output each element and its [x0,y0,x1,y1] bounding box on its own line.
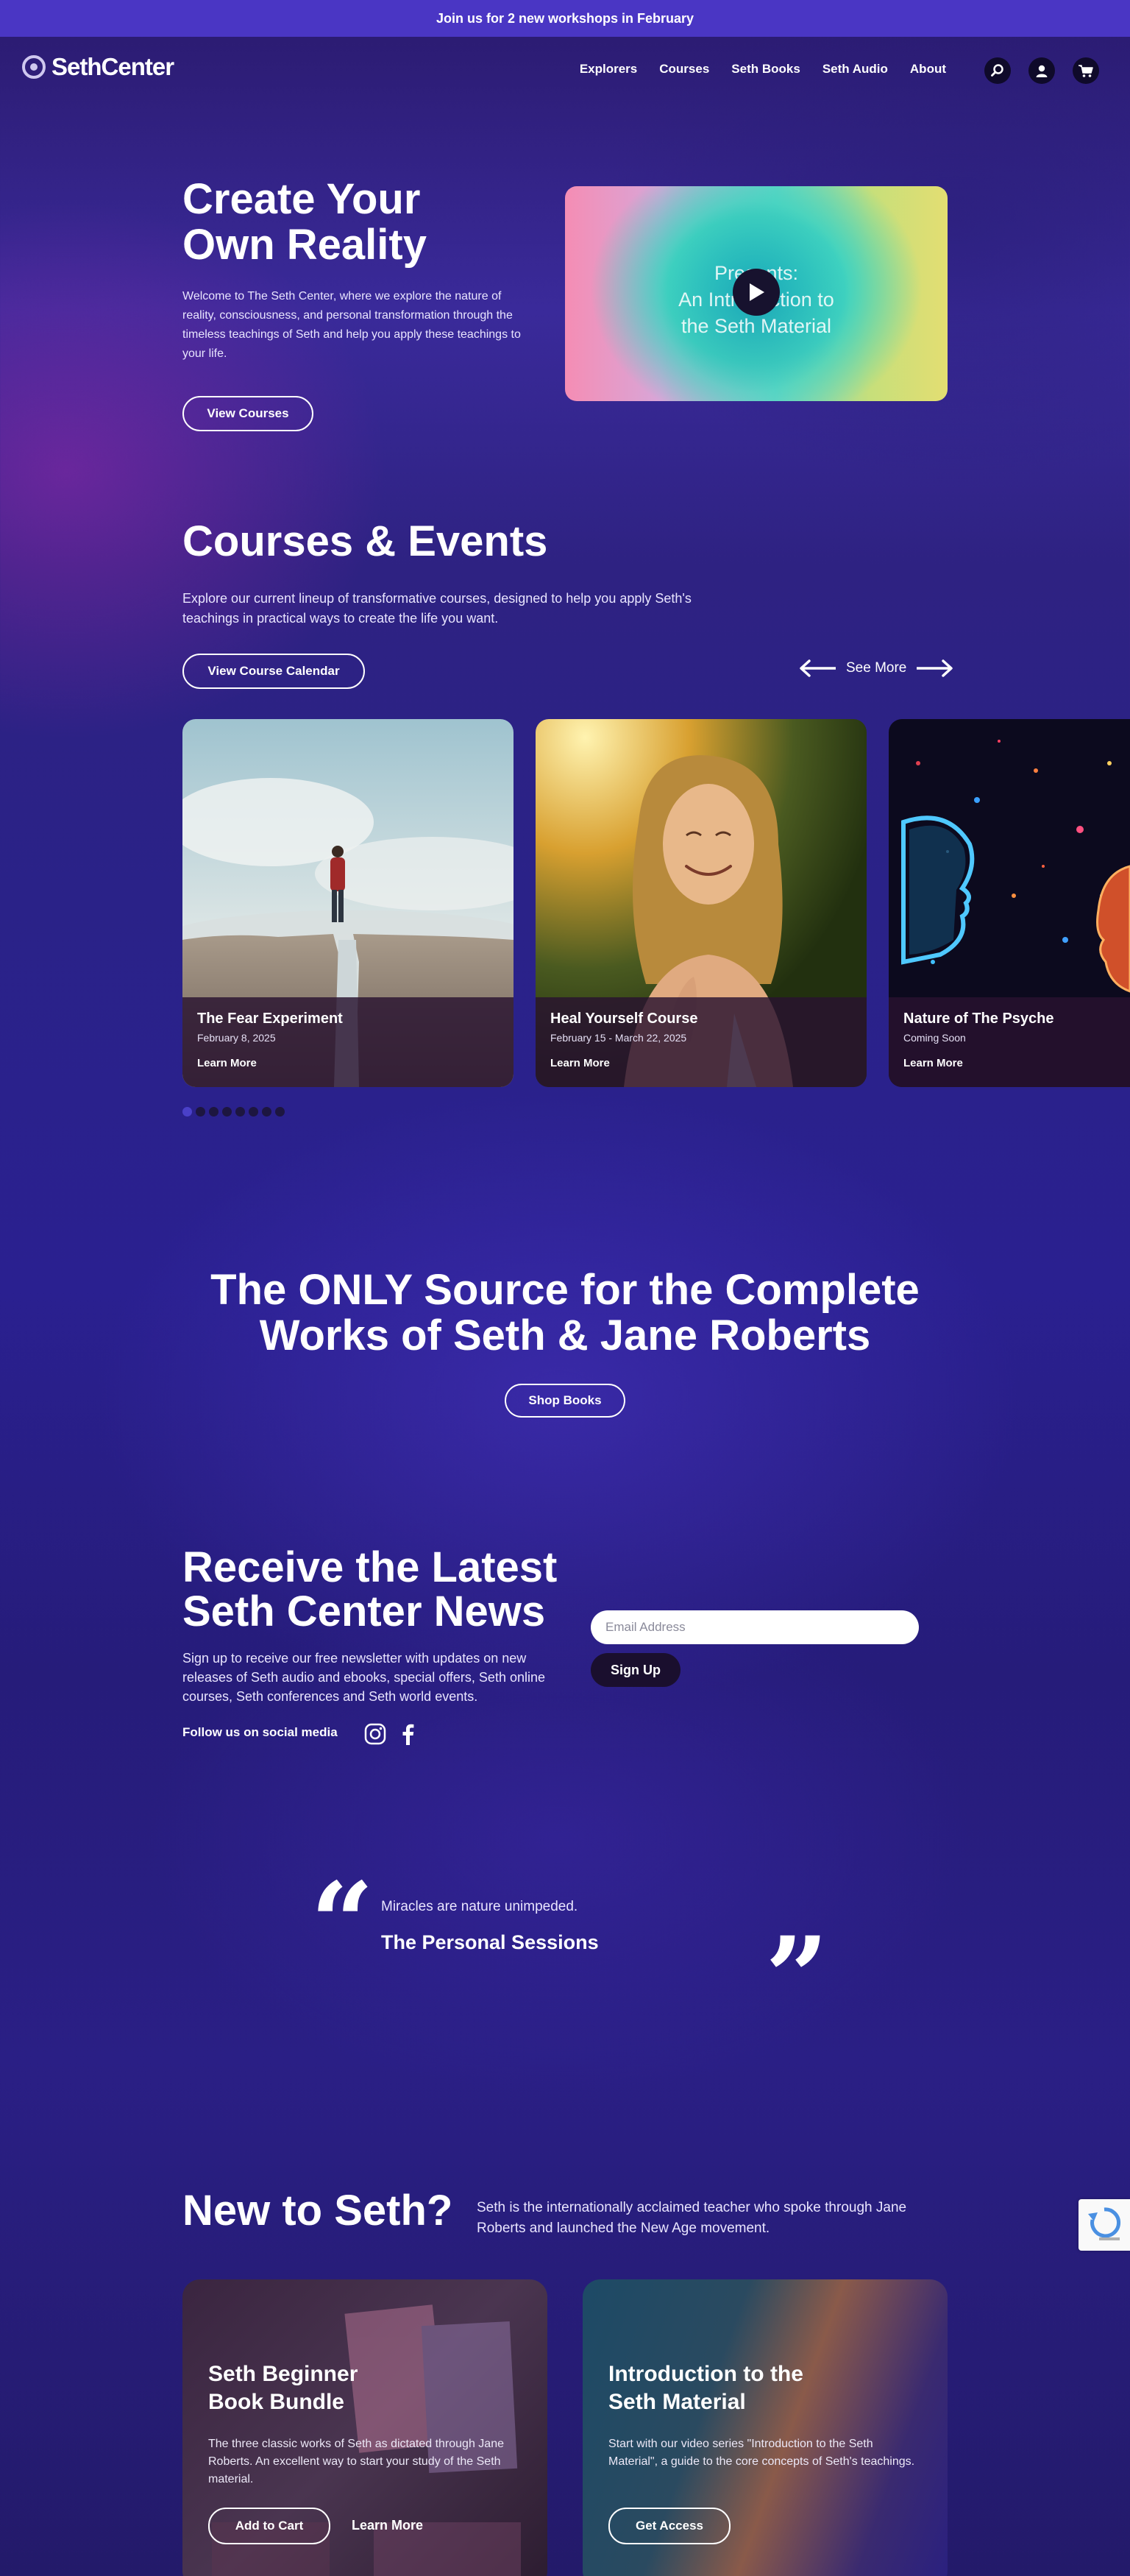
nav-item-seth-audio[interactable]: Seth Audio [822,62,888,77]
arrow-left-icon[interactable] [799,659,837,677]
social-follow-label: Follow us on social media [182,1725,338,1739]
play-icon[interactable] [733,269,780,316]
announcement-text[interactable]: Join us for 2 new workshops in February [436,11,694,26]
hero-title: Create Your Own Reality [182,175,427,269]
course-title: Heal Yourself Course [550,1011,698,1027]
course-title: The Fear Experiment [197,1011,343,1027]
promo-description: The three classic works of Seth as dicta… [208,2438,504,2485]
carousel-dot[interactable] [235,1107,245,1117]
carousel-dot[interactable] [196,1107,205,1117]
recaptcha-icon [1088,2207,1121,2240]
shop-books-button[interactable]: Shop Books [505,1384,625,1418]
logo-icon [22,55,46,79]
logo[interactable]: SethCenter [22,53,174,81]
sign-up-button[interactable]: Sign Up [591,1653,681,1687]
course-card[interactable]: The Fear Experiment February 8, 2025 Lea… [182,719,514,1087]
nav-item-seth-books[interactable]: Seth Books [731,62,800,77]
carousel-dot[interactable] [182,1107,192,1117]
header-actions [984,57,1099,84]
quote-source: The Personal Sessions [381,1931,599,1953]
add-to-cart-button[interactable]: Add to Cart [208,2508,330,2544]
course-date: February 8, 2025 [197,1032,276,1044]
carousel-dot[interactable] [249,1107,258,1117]
courses-title: Courses & Events [182,517,548,565]
intro-video[interactable]: Presents: An Introduction to the Seth Ma… [565,186,948,401]
course-card-info: Heal Yourself Course February 15 - March… [536,997,867,1087]
close-quote-icon: ” [765,1913,829,2042]
carousel-dot[interactable] [262,1107,271,1117]
cart-icon[interactable] [1073,57,1099,84]
view-course-calendar-button[interactable]: View Course Calendar [182,654,365,689]
user-icon[interactable] [1028,57,1055,84]
carousel-pagination [182,1107,285,1117]
recaptcha-badge[interactable] [1079,2199,1130,2251]
hero-description: Welcome to The Seth Center, where we exp… [182,290,521,360]
promo-title: Introduction to the Seth Material [608,2362,803,2414]
main-nav: Explorers Courses Seth Books Seth Audio … [580,62,946,77]
course-title: Nature of The Psyche [903,1011,1054,1027]
carousel-dot[interactable] [222,1107,232,1117]
newsletter-title: Receive the Latest Seth Center News [182,1543,558,1635]
promo-title: Seth Beginner Book Bundle [208,2362,358,2414]
nav-item-about[interactable]: About [910,62,946,77]
course-card[interactable]: Heal Yourself Course February 15 - March… [536,719,867,1087]
nav-item-courses[interactable]: Courses [659,62,709,77]
course-card[interactable]: Nature of The Psyche Coming Soon Learn M… [889,719,1130,1087]
promo-description: Start with our video series "Introductio… [608,2438,915,2468]
instagram-icon[interactable] [363,1722,387,1749]
course-date: Coming Soon [903,1032,966,1044]
facebook-icon[interactable] [400,1722,415,1749]
courses-description: Explore our current lineup of transforma… [182,591,692,626]
books-headline: The ONLY Source for the Complete Works o… [210,1266,920,1359]
email-input[interactable]: Email Address [591,1610,919,1644]
promo-card-intro-series[interactable]: Introduction to the Seth Material Start … [583,2279,948,2576]
course-card-info: Nature of The Psyche Coming Soon Learn M… [889,997,1130,1087]
promo-card-book-bundle[interactable]: Seth Beginner Book Bundle The three clas… [182,2279,547,2576]
new-to-seth-title: New to Seth? [182,2187,453,2234]
open-quote-icon: “ [310,1858,374,1988]
quote-text: Miracles are nature unimpeded. [381,1899,578,1914]
carousel-dot[interactable] [275,1107,285,1117]
carousel-dot[interactable] [209,1107,218,1117]
view-courses-button[interactable]: View Courses [182,396,313,431]
newsletter-description: Sign up to receive our free newsletter w… [182,1651,545,1704]
search-icon[interactable] [984,57,1011,84]
logo-text: SethCenter [51,53,174,80]
announcement-bar[interactable]: Join us for 2 new workshops in February [0,0,1130,37]
see-more-control: See More [799,659,953,677]
learn-more-link[interactable]: Learn More [197,1057,499,1069]
site-header: SethCenter Explorers Courses Seth Books … [0,37,1130,103]
learn-more-link[interactable]: Learn More [903,1057,1115,1069]
see-more-label[interactable]: See More [846,660,906,676]
learn-more-link[interactable]: Learn More [352,2518,423,2533]
course-card-info: The Fear Experiment February 8, 2025 Lea… [182,997,514,1087]
get-access-button[interactable]: Get Access [608,2508,731,2544]
course-date: February 15 - March 22, 2025 [550,1032,687,1044]
nav-item-explorers[interactable]: Explorers [580,62,637,77]
new-to-seth-description: Seth is the internationally acclaimed te… [477,2200,907,2236]
arrow-right-icon[interactable] [915,659,953,677]
learn-more-link[interactable]: Learn More [550,1057,852,1069]
